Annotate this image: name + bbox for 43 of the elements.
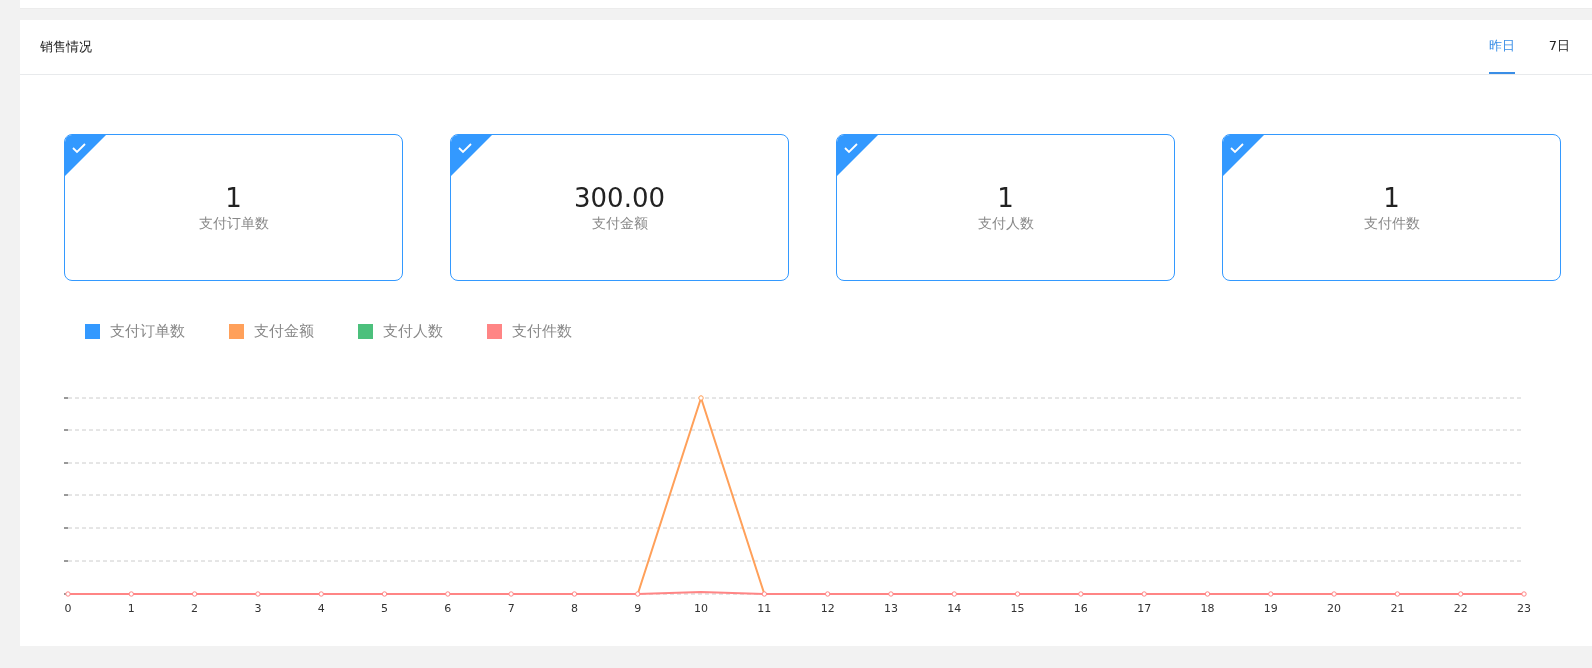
panel-title: 销售情况: [40, 38, 92, 56]
x-axis-label: 0: [64, 602, 72, 615]
metric-value: 1: [225, 182, 242, 213]
period-tab[interactable]: 7日: [1548, 20, 1570, 74]
x-axis-label: 4: [317, 602, 325, 615]
x-axis-label: 11: [757, 602, 772, 615]
metric-label: 支付件数: [1363, 214, 1420, 233]
x-axis-label: 2: [191, 602, 199, 615]
legend-label: 支付人数: [383, 322, 443, 341]
metric-card[interactable]: 300.00 支付金额: [450, 134, 789, 281]
metric-value: 1: [1383, 182, 1400, 213]
x-axis-label: 20: [1327, 602, 1342, 615]
period-tab[interactable]: 昨日: [1488, 20, 1515, 74]
x-axis-label: 17: [1137, 602, 1152, 615]
x-axis-label: 21: [1390, 602, 1405, 615]
x-axis-label: 23: [1517, 602, 1531, 615]
metric-card[interactable]: 1 支付件数: [1222, 134, 1561, 281]
x-axis-label: 8: [570, 602, 578, 615]
metric-label: 支付金额: [591, 214, 648, 233]
x-axis-label: 10: [694, 602, 709, 615]
metric-value: 1: [997, 182, 1014, 213]
x-axis-label: 1: [127, 602, 135, 615]
metric-label: 支付人数: [977, 214, 1034, 233]
x-axis-label: 12: [820, 602, 835, 615]
legend-label: 支付金额: [254, 322, 314, 341]
x-axis-label: 15: [1010, 602, 1025, 615]
x-axis-label: 18: [1200, 602, 1215, 615]
x-axis-label: 9: [634, 602, 642, 615]
x-axis-label: 13: [883, 602, 898, 615]
x-axis-label: 16: [1073, 602, 1088, 615]
legend-label: 支付订单数: [110, 322, 185, 341]
x-axis-label: 3: [254, 602, 262, 615]
x-axis-label: 22: [1453, 602, 1468, 615]
legend-label: 支付件数: [512, 322, 572, 341]
x-axis-label: 6: [444, 602, 452, 615]
x-axis-label: 14: [947, 602, 962, 615]
x-axis-label: 19: [1263, 602, 1278, 615]
metric-card[interactable]: 1 支付订单数: [64, 134, 403, 281]
metric-value: 300.00: [574, 182, 665, 213]
x-axis-label: 5: [381, 602, 388, 615]
metric-label: 支付订单数: [198, 214, 269, 233]
metric-card[interactable]: 1 支付人数: [836, 134, 1175, 281]
x-axis-label: 7: [507, 602, 515, 615]
